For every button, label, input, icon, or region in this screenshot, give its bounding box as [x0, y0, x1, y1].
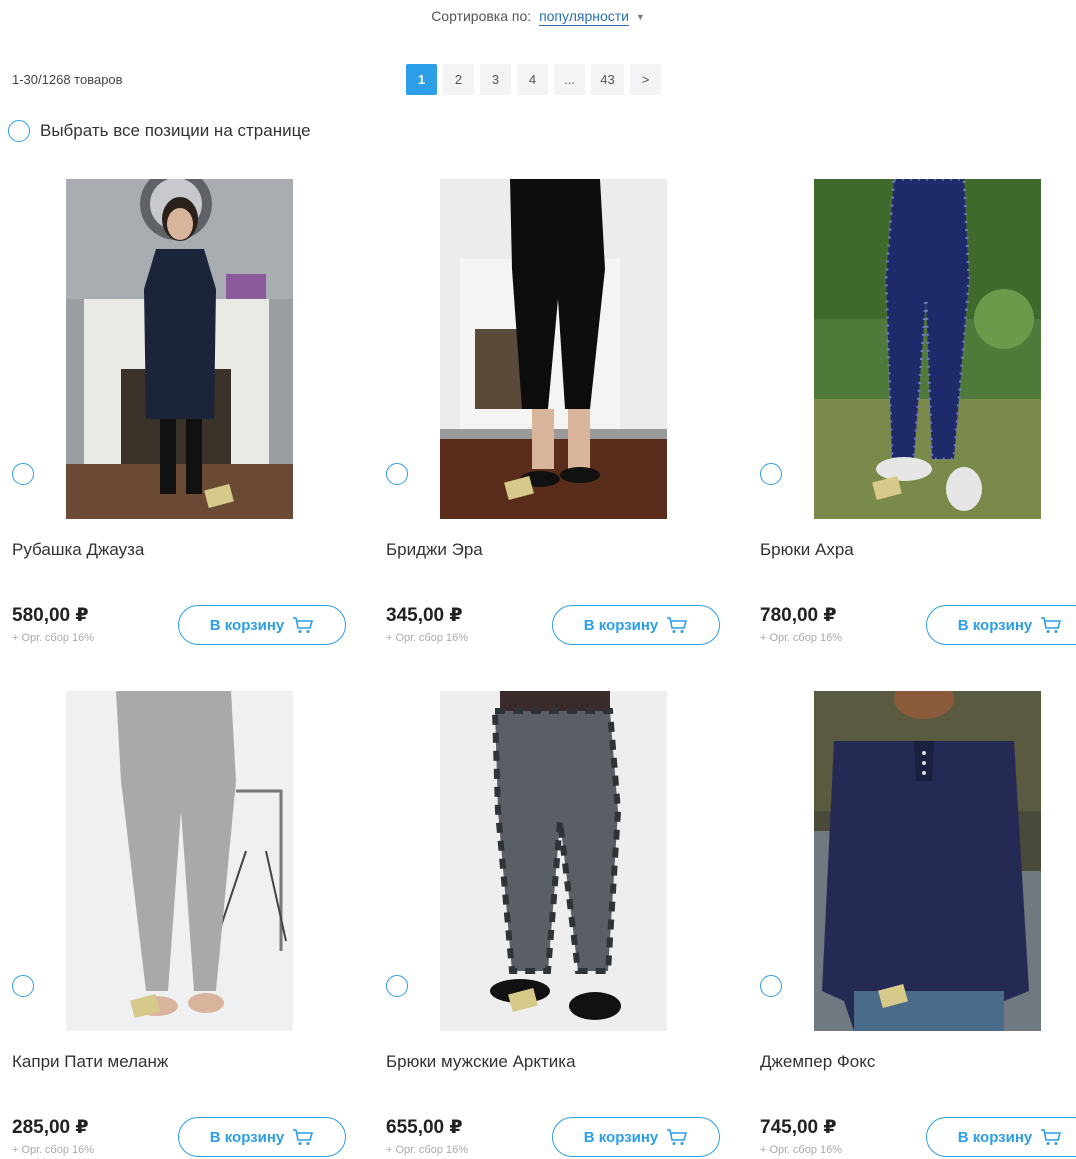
add-to-cart-button[interactable]: В корзину: [178, 605, 346, 645]
add-to-cart-label: В корзину: [583, 1128, 659, 1146]
add-to-cart-button[interactable]: В корзину: [178, 1117, 346, 1157]
select-all-checkbox[interactable]: [8, 120, 30, 142]
add-to-cart-button[interactable]: В корзину: [552, 605, 720, 645]
chevron-down-icon[interactable]: ▼: [636, 12, 645, 22]
add-to-cart-label: В корзину: [957, 1128, 1033, 1146]
page-2[interactable]: 2: [443, 64, 474, 95]
add-to-cart-button[interactable]: В корзину: [926, 1117, 1076, 1157]
product-image[interactable]: [440, 179, 667, 519]
add-to-cart-label: В корзину: [209, 616, 285, 634]
product-title[interactable]: Рубашка Джауза: [12, 540, 144, 560]
product-price: 780,00 ₽: [760, 605, 837, 626]
sort-label: Сортировка по:: [431, 8, 532, 24]
product-checkbox[interactable]: [386, 975, 408, 997]
org-fee: + Орг. сбор 16%: [12, 632, 95, 644]
next-page-button[interactable]: >: [630, 64, 661, 95]
product-checkbox[interactable]: [12, 463, 34, 485]
product-image[interactable]: [66, 179, 293, 519]
product-card: Брюки мужские Арктика 655,00 ₽ + Орг. сб…: [386, 691, 731, 1159]
product-card: Капри Пати меланж 285,00 ₽ + Орг. сбор 1…: [12, 691, 357, 1159]
product-card: Брюки Ахра 780,00 ₽ + Орг. сбор 16% В ко…: [760, 179, 1076, 679]
product-price: 345,00 ₽: [386, 605, 463, 626]
page-last[interactable]: 43: [591, 64, 624, 95]
add-to-cart-label: В корзину: [209, 1128, 285, 1146]
product-price: 285,00 ₽: [12, 1117, 89, 1138]
product-checkbox[interactable]: [760, 463, 782, 485]
sort-bar: Сортировка по: популярности ▼: [0, 8, 1076, 26]
product-price: 580,00 ₽: [12, 605, 89, 626]
org-fee: + Орг. сбор 16%: [12, 1144, 95, 1156]
product-image[interactable]: [814, 691, 1041, 1031]
product-image[interactable]: [814, 179, 1041, 519]
page-ellipsis: ...: [554, 64, 585, 95]
product-card: Бриджи Эра 345,00 ₽ + Орг. сбор 16% В ко…: [386, 179, 731, 679]
sort-dropdown[interactable]: популярности: [539, 8, 629, 26]
add-to-cart-button[interactable]: В корзину: [926, 605, 1076, 645]
product-image[interactable]: [66, 691, 293, 1031]
select-all-label: Выбрать все позиции на странице: [40, 121, 311, 140]
product-title[interactable]: Брюки мужские Арктика: [386, 1052, 576, 1072]
add-to-cart-label: В корзину: [583, 616, 659, 634]
cart-icon: [293, 1129, 314, 1145]
product-title[interactable]: Бриджи Эра: [386, 540, 483, 560]
pagination: 1 2 3 4 ... 43 >: [406, 64, 661, 95]
cart-icon: [667, 617, 688, 633]
product-card: Рубашка Джауза 580,00 ₽ + Орг. сбор 16% …: [12, 179, 357, 679]
cart-icon: [667, 1129, 688, 1145]
product-price: 655,00 ₽: [386, 1117, 463, 1138]
results-count: 1-30/1268 товаров: [12, 72, 123, 87]
cart-icon: [1041, 617, 1062, 633]
product-title[interactable]: Джемпер Фокс: [760, 1052, 875, 1072]
product-price: 745,00 ₽: [760, 1117, 837, 1138]
product-checkbox[interactable]: [12, 975, 34, 997]
add-to-cart-label: В корзину: [957, 616, 1033, 634]
product-title[interactable]: Капри Пати меланж: [12, 1052, 168, 1072]
page-1[interactable]: 1: [406, 64, 437, 95]
product-checkbox[interactable]: [760, 975, 782, 997]
product-title[interactable]: Брюки Ахра: [760, 540, 854, 560]
add-to-cart-button[interactable]: В корзину: [552, 1117, 720, 1157]
product-checkbox[interactable]: [386, 463, 408, 485]
page-4[interactable]: 4: [517, 64, 548, 95]
cart-icon: [293, 617, 314, 633]
org-fee: + Орг. сбор 16%: [386, 632, 469, 644]
org-fee: + Орг. сбор 16%: [760, 1144, 843, 1156]
product-card: Джемпер Фокс 745,00 ₽ + Орг. сбор 16% В …: [760, 691, 1076, 1159]
cart-icon: [1041, 1129, 1062, 1145]
select-all[interactable]: Выбрать все позиции на странице: [8, 120, 311, 142]
page-3[interactable]: 3: [480, 64, 511, 95]
org-fee: + Орг. сбор 16%: [760, 632, 843, 644]
product-image[interactable]: [440, 691, 667, 1031]
org-fee: + Орг. сбор 16%: [386, 1144, 469, 1156]
